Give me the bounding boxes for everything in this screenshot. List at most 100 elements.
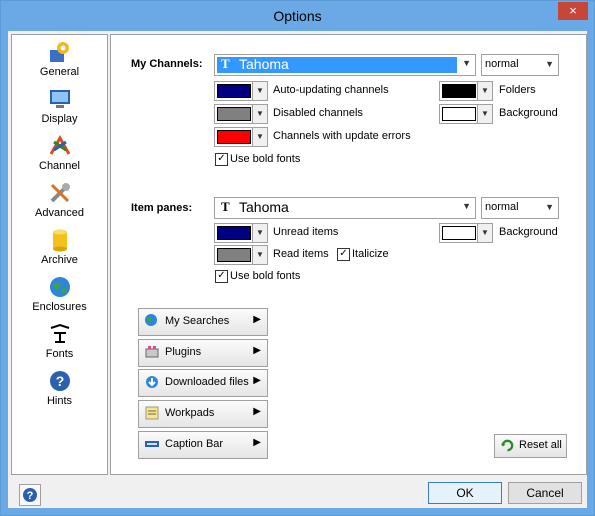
download-icon (146, 376, 158, 388)
color-swatch (217, 84, 251, 98)
item-panes-style-value: normal (485, 201, 519, 213)
title-bar[interactable]: Options × (1, 1, 594, 31)
errors-label: Channels with update errors (273, 130, 411, 142)
sidebar-item-channel[interactable]: Channel (12, 131, 107, 177)
my-searches-button[interactable]: My Searches ▶ (138, 308, 268, 336)
arrow-right-icon: ▶ (253, 375, 261, 386)
chevron-down-icon: ▼ (252, 128, 267, 146)
caption-bar-button[interactable]: Caption Bar ▶ (138, 431, 268, 459)
workpad-icon (145, 406, 159, 420)
chevron-down-icon: ▼ (252, 246, 267, 264)
channels-bold-checkbox[interactable]: ✓ (215, 153, 228, 166)
read-color-picker[interactable]: ▼ (214, 245, 268, 265)
chevron-down-icon: ▼ (462, 201, 471, 211)
item-panes-font-select[interactable]: T Tahoma ▼ (214, 197, 476, 219)
color-swatch (217, 107, 251, 121)
nav-button-label: Downloaded files (165, 376, 249, 388)
sidebar-item-label: Channel (39, 160, 80, 172)
workpads-button[interactable]: Workpads ▶ (138, 400, 268, 428)
color-swatch (217, 248, 251, 262)
downloaded-files-button[interactable]: Downloaded files ▶ (138, 369, 268, 397)
item-panes-style-select[interactable]: normal ▼ (481, 197, 559, 219)
nav-button-label: Workpads (165, 407, 215, 419)
italicize-checkbox[interactable]: ✓ (337, 248, 350, 261)
color-swatch (442, 107, 476, 121)
sidebar-item-label: Fonts (45, 348, 74, 360)
item-panes-background-label: Background (499, 226, 558, 238)
item-panes-label: Item panes: (131, 202, 193, 214)
color-swatch (217, 130, 251, 144)
truetype-icon: T (221, 56, 230, 71)
nav-button-label: My Searches (165, 315, 230, 327)
monitor-icon (49, 90, 70, 108)
sidebar-item-label: Enclosures (32, 301, 87, 313)
search-globe-icon (145, 314, 157, 326)
arrow-right-icon: ▶ (253, 406, 261, 417)
help-icon: ? (49, 371, 70, 391)
chevron-down-icon: ▼ (252, 224, 267, 242)
channels-background-color-picker[interactable]: ▼ (439, 104, 493, 124)
sidebar-item-fonts[interactable]: Fonts (12, 319, 107, 365)
channels-font-value: Tahoma (239, 56, 289, 72)
gear-icon (49, 42, 69, 62)
sidebar-item-label: Hints (46, 395, 73, 407)
channels-background-label: Background (499, 107, 558, 119)
folders-color-picker[interactable]: ▼ (439, 81, 493, 101)
close-button[interactable]: × (558, 2, 588, 20)
window-title: Options (273, 8, 322, 24)
tools-icon (50, 183, 70, 203)
chevron-down-icon: ▼ (477, 105, 492, 123)
fonts-icon (50, 323, 69, 343)
folders-label: Folders (499, 84, 536, 96)
channels-bold-label: Use bold fonts (230, 153, 301, 165)
chevron-down-icon: ▼ (545, 59, 554, 69)
item-panes-bold-checkbox[interactable]: ✓ (215, 270, 228, 283)
channel-icon (49, 134, 70, 155)
cancel-button[interactable]: Cancel (508, 482, 582, 504)
plugin-icon (145, 346, 159, 358)
arrow-right-icon: ▶ (253, 314, 261, 325)
chevron-down-icon: ▼ (477, 224, 492, 242)
sidebar-item-label: Archive (41, 254, 78, 266)
errors-color-picker[interactable]: ▼ (214, 127, 268, 147)
disabled-color-picker[interactable]: ▼ (214, 104, 268, 124)
color-swatch (442, 226, 476, 240)
sidebar-item-label: General (39, 66, 80, 78)
sidebar-item-enclosures[interactable]: Enclosures (12, 272, 107, 318)
sidebar-item-general[interactable]: General (12, 37, 107, 83)
sidebar-item-label: Advanced (35, 207, 84, 219)
help-button[interactable]: ? (19, 484, 41, 506)
color-swatch (442, 84, 476, 98)
disabled-label: Disabled channels (273, 107, 363, 119)
channels-font-select[interactable]: T Tahoma ▼ (214, 54, 476, 76)
help-glyph: ? (27, 490, 34, 502)
svg-text:?: ? (55, 373, 64, 389)
chevron-down-icon: ▼ (477, 82, 492, 100)
sidebar-item-advanced[interactable]: Advanced (12, 178, 107, 224)
unread-label: Unread items (273, 226, 339, 238)
nav-button-label: Caption Bar (165, 438, 224, 450)
database-icon (52, 229, 67, 252)
read-label: Read items (273, 248, 329, 260)
unread-color-picker[interactable]: ▼ (214, 223, 268, 243)
channels-style-select[interactable]: normal ▼ (481, 54, 559, 76)
sidebar-item-display[interactable]: Display (12, 84, 107, 130)
chevron-down-icon: ▼ (545, 202, 554, 212)
reset-all-label: Reset all (519, 439, 562, 451)
arrow-right-icon: ▶ (253, 345, 261, 356)
dialog-body: General Display Channel Advanced Archive… (8, 31, 587, 508)
plugins-button[interactable]: Plugins ▶ (138, 339, 268, 367)
reset-icon (500, 439, 514, 452)
fonts-panel: My Channels: T Tahoma ▼ normal ▼ ▼ Auto-… (110, 34, 587, 475)
arrow-right-icon: ▶ (253, 437, 261, 448)
sidebar-item-label: Display (41, 113, 78, 125)
reset-all-button[interactable]: Reset all (494, 434, 567, 458)
sidebar-item-hints[interactable]: ? Hints (12, 366, 107, 412)
auto-updating-color-picker[interactable]: ▼ (214, 81, 268, 101)
ok-button[interactable]: OK (428, 482, 502, 504)
item-panes-bold-label: Use bold fonts (230, 270, 301, 282)
item-panes-background-color-picker[interactable]: ▼ (439, 223, 493, 243)
chevron-down-icon: ▼ (252, 105, 267, 123)
sidebar-item-archive[interactable]: Archive (12, 225, 107, 271)
caption-bar-icon (145, 441, 159, 447)
